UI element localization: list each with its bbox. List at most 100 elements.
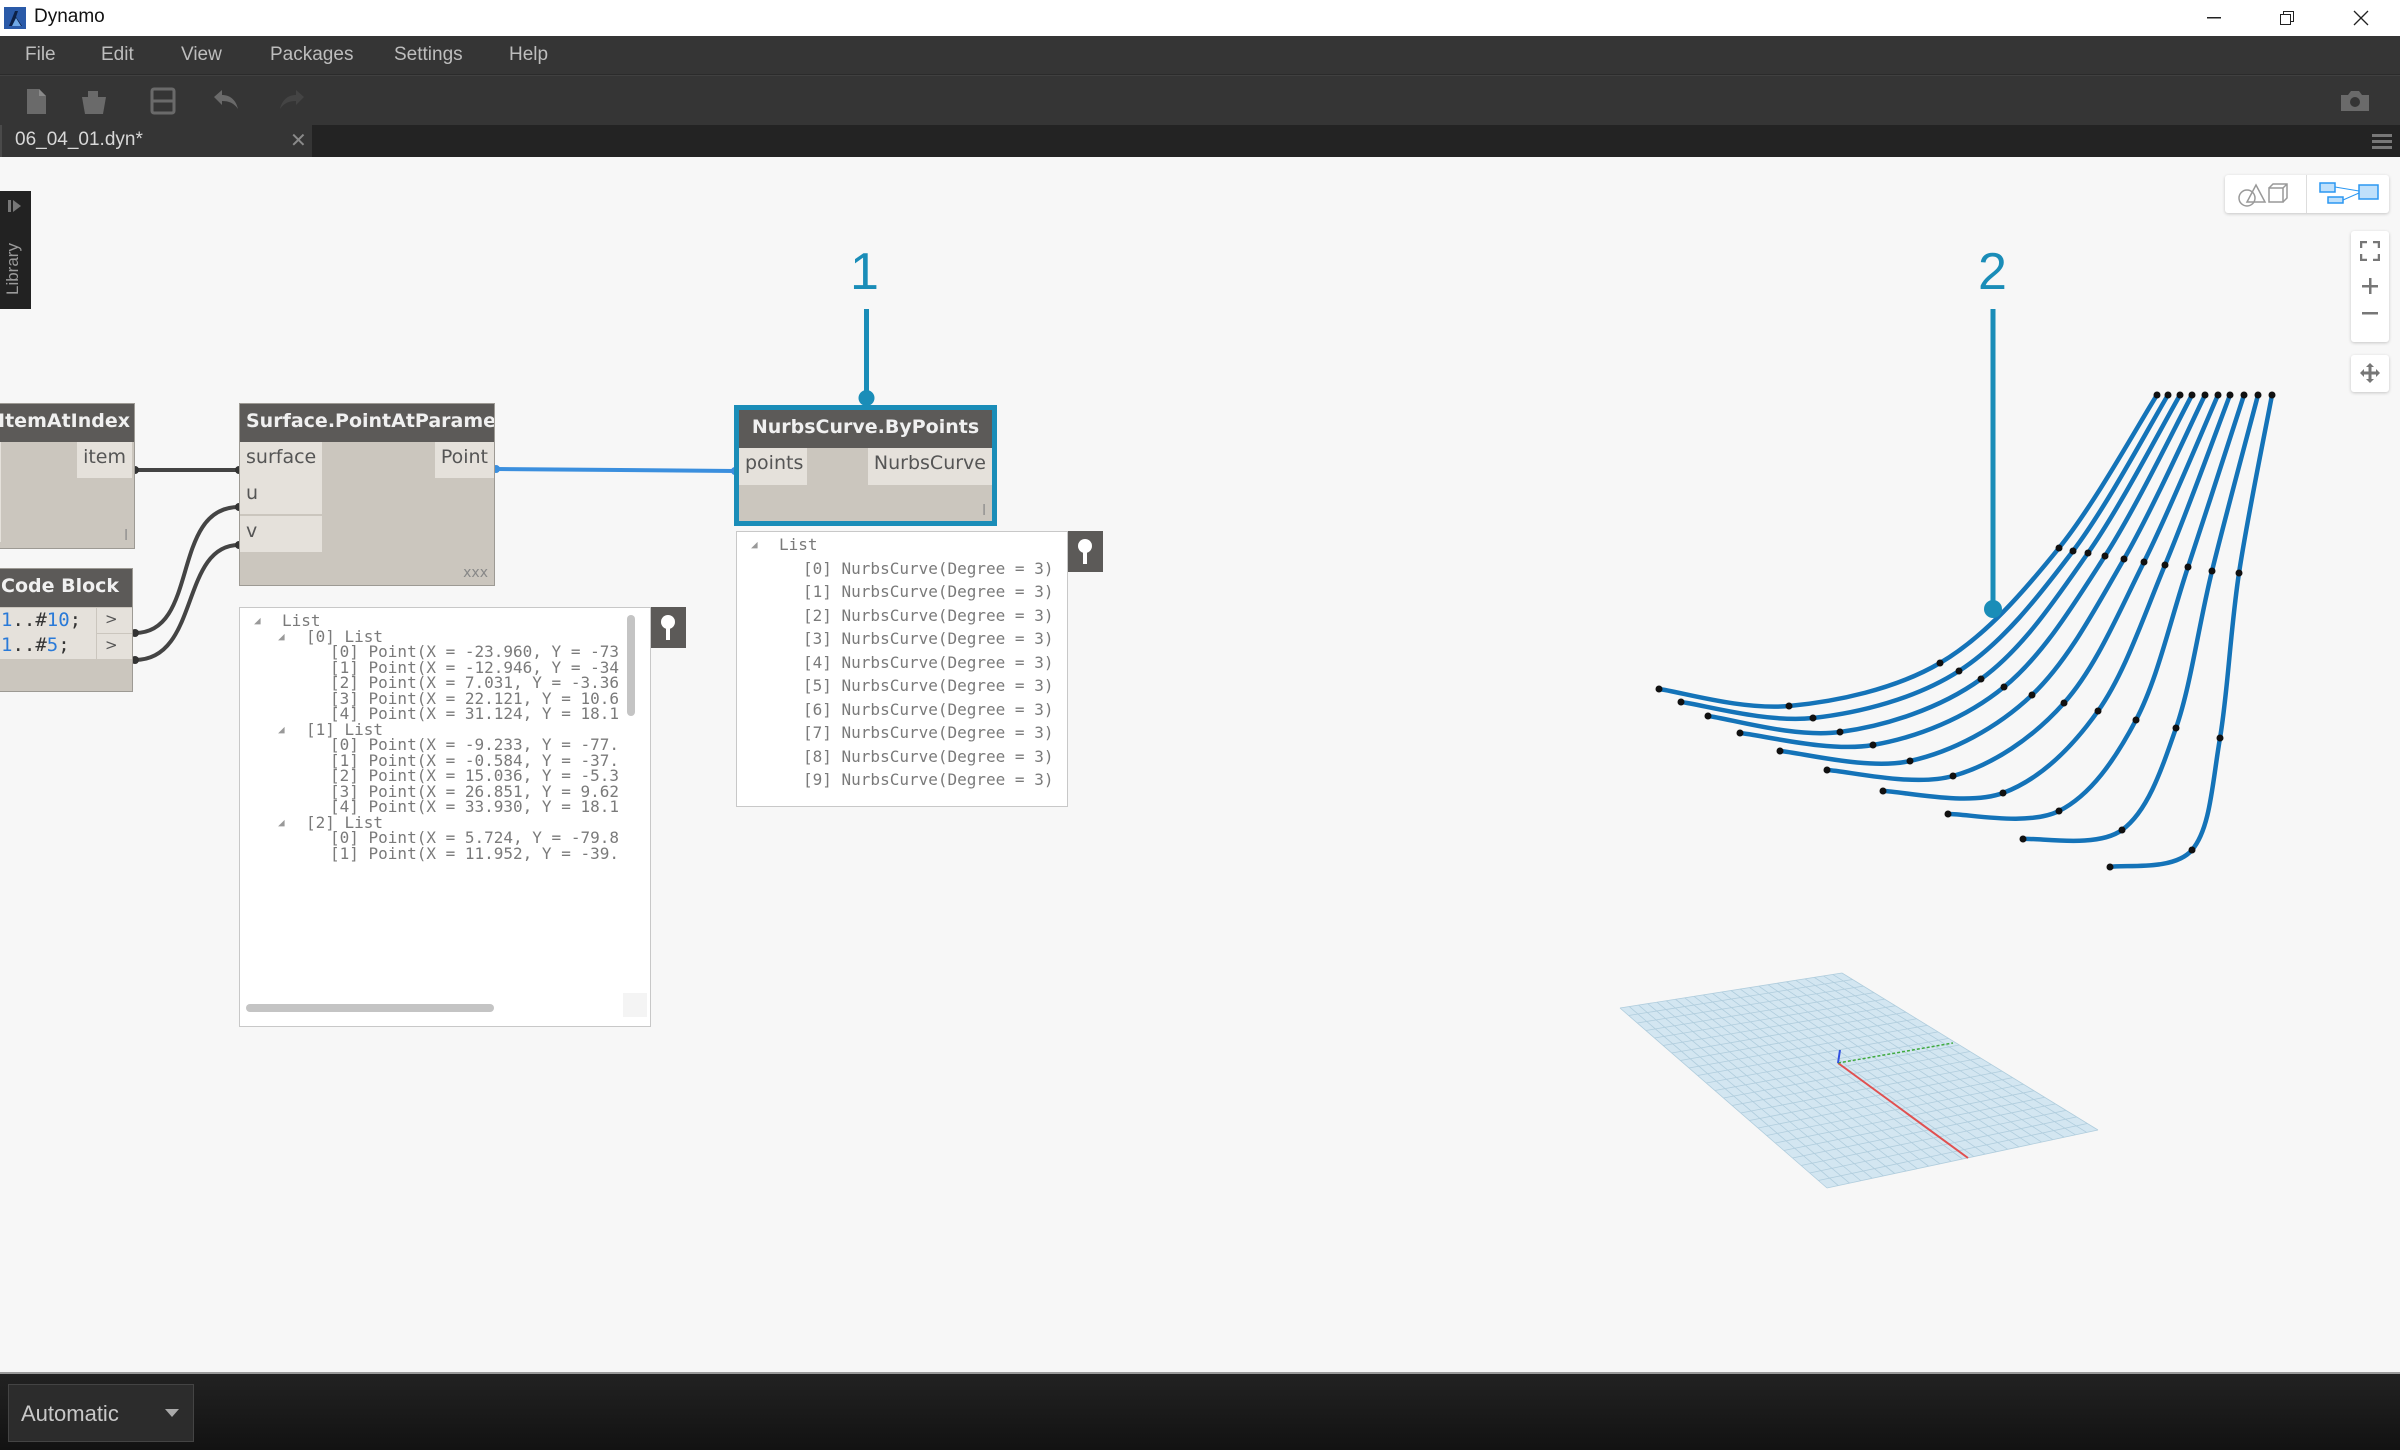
- fit-view-icon[interactable]: [2360, 241, 2380, 261]
- list-item: [9] NurbsCurve(Degree = 3): [803, 770, 1054, 789]
- node-title: etItemAtIndex: [0, 404, 134, 442]
- curve-1-point-3: [2069, 547, 2077, 555]
- preview-bubble-nurbs[interactable]: ◢ List [0] NurbsCurve(Degree = 3) [1] Nur…: [736, 531, 1068, 807]
- output-port-item[interactable]: item: [77, 442, 132, 478]
- save-icon[interactable]: [148, 87, 178, 115]
- graph-view-icon: [2319, 182, 2379, 204]
- pan-button[interactable]: [2351, 355, 2389, 392]
- curve-8-point-0: [2019, 835, 2027, 843]
- curve-5-point-1: [1949, 772, 1957, 780]
- nurbs-curve-2: [1707, 393, 2182, 736]
- menu-view[interactable]: View: [181, 44, 222, 66]
- curve-4-point-1: [1906, 757, 1914, 765]
- tab-bar: 06_04_01.dyn* ✕: [0, 125, 2400, 157]
- collapse-toggle-icon[interactable]: ◢: [254, 614, 261, 627]
- node-title: Code Block: [0, 569, 132, 607]
- menu-file[interactable]: File: [25, 44, 56, 66]
- file-tab[interactable]: 06_04_01.dyn* ✕: [0, 125, 312, 157]
- new-file-icon[interactable]: [22, 87, 52, 115]
- curve-7-point-0: [1944, 810, 1952, 818]
- output-port-point[interactable]: Point: [434, 442, 494, 478]
- node-title: NurbsCurve.ByPoints: [739, 410, 992, 448]
- curve-2-point-4: [2176, 391, 2184, 399]
- lacing-indicator: xxx: [463, 565, 488, 581]
- undo-icon[interactable]: [212, 87, 242, 115]
- run-mode-value: Automatic: [21, 1401, 119, 1426]
- zoom-in-icon[interactable]: [2361, 277, 2379, 295]
- menu-bar: File Edit View Packages Settings Help: [0, 36, 2400, 75]
- curve-5-point-3: [2140, 558, 2148, 566]
- callout-leader-2: [1984, 309, 2002, 618]
- output-port-line-1[interactable]: >: [97, 608, 132, 633]
- curve-9-point-2: [2216, 734, 2224, 742]
- menu-settings[interactable]: Settings: [394, 44, 463, 66]
- callout-leader-1: [858, 309, 875, 406]
- curve-7-point-4: [2240, 391, 2248, 399]
- minimize-button[interactable]: [2179, 0, 2249, 36]
- curve-0-point-1: [1785, 702, 1793, 710]
- collapse-toggle-icon[interactable]: ◢: [751, 538, 758, 551]
- horizontal-scrollbar[interactable]: [246, 1004, 494, 1012]
- curve-4-point-2: [2028, 691, 2036, 699]
- node-get-item-at-index[interactable]: etItemAtIndex item l: [0, 403, 135, 549]
- wire-point-to-points[interactable]: [495, 467, 736, 473]
- view-mode-toggle: [2225, 175, 2389, 213]
- curve-0-point-2: [1936, 659, 1944, 667]
- hamburger-menu-icon[interactable]: [2372, 132, 2392, 150]
- node-title: Surface.PointAtParameter: [240, 404, 494, 442]
- menu-packages[interactable]: Packages: [270, 44, 353, 66]
- zoom-out-icon[interactable]: [2361, 311, 2379, 317]
- list-item: [3] NurbsCurve(Degree = 3): [803, 629, 1054, 648]
- restore-button[interactable]: [2252, 0, 2322, 36]
- list-item: [4] NurbsCurve(Degree = 3): [803, 652, 1054, 672]
- pan-icon: [2360, 363, 2380, 383]
- pin-icon: [1078, 539, 1092, 564]
- curve-8-point-4: [2254, 391, 2262, 399]
- input-port-surface[interactable]: surface: [240, 442, 322, 478]
- input-port-points[interactable]: points: [739, 448, 807, 485]
- close-button[interactable]: [2326, 0, 2396, 36]
- callout-number-1: 1: [850, 243, 879, 301]
- curve-8-point-2: [2172, 724, 2180, 732]
- vertical-scrollbar[interactable]: [627, 615, 635, 716]
- toolbar: [0, 75, 2400, 125]
- collapse-toggle-icon[interactable]: ◢: [278, 816, 285, 829]
- code-editor[interactable]: 1..#10; 1..#5;: [0, 608, 96, 659]
- collapse-toggle-icon[interactable]: ◢: [278, 630, 285, 643]
- curve-2-point-0: [1704, 712, 1712, 720]
- menu-help[interactable]: Help: [509, 44, 548, 66]
- workspace-canvas[interactable]: Library etItemAtIndex item l Code Block …: [0, 157, 2400, 1372]
- pin-button[interactable]: [651, 607, 686, 648]
- wire-codeblock-to-u[interactable]: [134, 505, 240, 635]
- curve-7-point-3: [2184, 563, 2192, 571]
- pin-button[interactable]: [1068, 531, 1103, 572]
- window-title: Dynamo: [34, 6, 105, 27]
- curve-5-point-2: [2060, 699, 2068, 707]
- run-mode-dropdown[interactable]: Automatic: [8, 1384, 194, 1442]
- scrollbar-corner: [623, 993, 647, 1017]
- tab-close-icon[interactable]: ✕: [290, 128, 307, 152]
- open-file-icon[interactable]: [80, 87, 110, 115]
- curve-0-point-3: [2055, 544, 2063, 552]
- curve-2-point-2: [1977, 675, 1985, 683]
- menu-edit[interactable]: Edit: [101, 44, 134, 66]
- collapse-toggle-icon[interactable]: ◢: [278, 723, 285, 736]
- chevron-down-icon: [165, 1409, 179, 1417]
- lacing-indicator: l: [124, 528, 128, 544]
- curve-1-point-1: [1809, 714, 1817, 722]
- output-port-line-2[interactable]: >: [97, 634, 132, 659]
- node-surface-point-at-parameter[interactable]: Surface.PointAtParameter surface u v Poi…: [239, 403, 495, 586]
- curve-1-point-0: [1677, 698, 1685, 706]
- preview-bubble-points[interactable]: ◢ List ◢ [0] List [0] Point(X = -23.960, Y…: [239, 607, 651, 1027]
- title-bar: Dynamo: [0, 0, 2400, 36]
- input-port-v[interactable]: v: [240, 516, 322, 552]
- input-port-u[interactable]: u: [240, 478, 322, 514]
- output-port-nurbscurve[interactable]: NurbsCurve: [867, 448, 992, 485]
- redo-icon: [280, 90, 304, 109]
- camera-icon[interactable]: [2339, 89, 2371, 113]
- node-nurbs-curve-by-points[interactable]: NurbsCurve.ByPoints points NurbsCurve l: [734, 405, 997, 526]
- geometry-view-button[interactable]: [2225, 175, 2307, 213]
- node-code-block[interactable]: Code Block 1..#10; 1..#5; > >: [0, 568, 133, 692]
- close-icon: [2353, 10, 2369, 26]
- graph-view-button[interactable]: [2308, 175, 2389, 213]
